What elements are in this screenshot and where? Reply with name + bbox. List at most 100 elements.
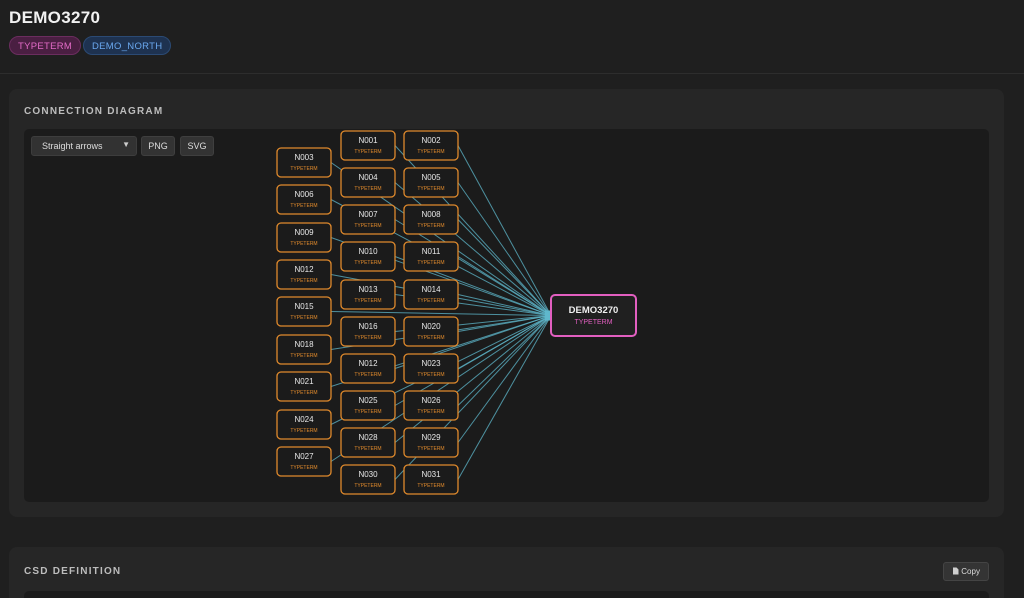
copy-label: Copy [961,567,980,576]
node-type: TYPETERM [290,241,317,247]
node-name: N011 [422,247,441,256]
node-type: TYPETERM [290,353,317,359]
node-name: N002 [421,136,441,145]
node-type: TYPETERM [354,298,381,304]
node-type: TYPETERM [290,278,317,284]
diagram-node[interactable]: N006 TYPETERM [276,184,332,215]
diagram-node[interactable]: N020 TYPETERM [403,316,459,347]
node-type: TYPETERM [354,483,381,489]
node-type: TYPETERM [354,149,381,155]
node-type: TYPETERM [354,335,381,341]
diagram-node[interactable]: N011 TYPETERM [403,241,459,272]
diagram-node[interactable]: N015 TYPETERM [276,296,332,327]
diagram-node[interactable]: N030 TYPETERM [340,464,396,495]
node-type: TYPETERM [354,223,381,229]
node-type: TYPETERM [417,186,444,192]
page-title: DEMO3270 [9,8,101,27]
node-type: TYPETERM [290,390,317,396]
node-name: N003 [294,153,314,162]
arrow-style-value: Straight arrows [42,141,103,151]
page-header: DEMO3270 TYPETERM DEMO_NORTH [0,0,1024,74]
node-name: N018 [294,340,314,349]
node-type: TYPETERM [417,372,444,378]
diagram-node[interactable]: N014 TYPETERM [403,279,459,310]
node-name: N001 [358,136,378,145]
diagram-node[interactable]: N013 TYPETERM [340,279,396,310]
chevron-down-icon: ▼ [122,140,130,149]
node-type: TYPETERM [417,409,444,415]
connection-diagram-title: CONNECTION DIAGRAM [24,106,164,117]
diagram-node[interactable]: N025 TYPETERM [340,390,396,421]
diagram-node[interactable]: N031 TYPETERM [403,464,459,495]
node-name: N013 [358,285,378,294]
diagram-node[interactable]: N003 TYPETERM [276,147,332,178]
node-type: TYPETERM [290,203,317,209]
node-type: TYPETERM [417,335,444,341]
diagram-node[interactable]: N021 TYPETERM [276,371,332,402]
diagram-node[interactable]: N018 TYPETERM [276,334,332,365]
arrow-style-select[interactable]: Straight arrows ▼ [31,136,137,156]
node-name: N006 [294,190,314,199]
connection-edge [330,311,552,316]
diagram-node[interactable]: N029 TYPETERM [403,427,459,458]
diagram-node[interactable]: N016 TYPETERM [340,316,396,347]
diagram-node[interactable]: N004 TYPETERM [340,167,396,198]
connection-edge [457,315,552,443]
node-name: N024 [294,415,314,424]
diagram-node[interactable]: N012 TYPETERM [340,353,396,384]
node-name: N012 [294,265,314,274]
node-name: N016 [358,322,378,331]
diagram-node[interactable]: N024 TYPETERM [276,409,332,440]
node-name: N015 [294,302,314,311]
node-type: TYPETERM [290,465,317,471]
node-name: N026 [421,396,441,405]
node-name: N031 [421,470,441,479]
node-name: N005 [421,173,441,182]
diagram-node[interactable]: N023 TYPETERM [403,353,459,384]
type-badge: TYPETERM [9,36,82,55]
node-name: N028 [358,433,378,442]
node-type: TYPETERM [290,428,317,434]
node-type: TYPETERM [417,446,444,452]
diagram-node[interactable]: N027 TYPETERM [276,446,332,477]
copy-button[interactable]: Copy [943,562,989,581]
diagram-node[interactable]: N026 TYPETERM [403,390,459,421]
node-name: N025 [358,396,378,405]
node-type: TYPETERM [354,446,381,452]
diagram-node[interactable]: N002 TYPETERM [403,130,459,161]
diagram-node[interactable]: N007 TYPETERM [340,204,396,235]
connection-edge [457,182,552,316]
diagram-canvas[interactable]: N001 TYPETERM N002 TYPETERM N003 TYPETERM N004… [24,129,989,502]
node-name: N029 [421,433,441,442]
diagram-node[interactable]: N028 TYPETERM [340,427,396,458]
diagram-node[interactable]: N010 TYPETERM [340,241,396,272]
csd-code-area [24,591,989,598]
node-name: N030 [358,470,378,479]
node-name: N007 [358,210,378,219]
diagram-node[interactable]: N001 TYPETERM [340,130,396,161]
target-name: DEMO3270 [569,305,619,316]
target-type: TYPETERM [574,319,612,326]
diagram-node[interactable]: N009 TYPETERM [276,222,332,253]
diagram-node[interactable]: N012 TYPETERM [276,259,332,290]
diagram-node[interactable]: N008 TYPETERM [403,204,459,235]
target-node[interactable]: DEMO3270 TYPETERM [550,294,637,337]
export-png-button[interactable]: PNG [141,136,175,156]
node-type: TYPETERM [354,186,381,192]
diagram-svg[interactable]: N001 TYPETERM N002 TYPETERM N003 TYPETERM N004… [24,129,989,502]
node-type: TYPETERM [290,315,317,321]
node-name: N009 [294,228,314,237]
connection-edge [457,145,552,316]
node-name: N012 [358,359,378,368]
node-name: N023 [421,359,441,368]
diagram-node[interactable]: N005 TYPETERM [403,167,459,198]
node-type: TYPETERM [417,298,444,304]
node-type: TYPETERM [354,260,381,266]
export-svg-button[interactable]: SVG [180,136,214,156]
node-type: TYPETERM [417,223,444,229]
csd-definition-title: CSD DEFINITION [24,566,122,577]
region-badge: DEMO_NORTH [83,36,172,55]
node-type: TYPETERM [417,260,444,266]
node-name: N004 [358,173,378,182]
node-type: TYPETERM [290,166,317,172]
